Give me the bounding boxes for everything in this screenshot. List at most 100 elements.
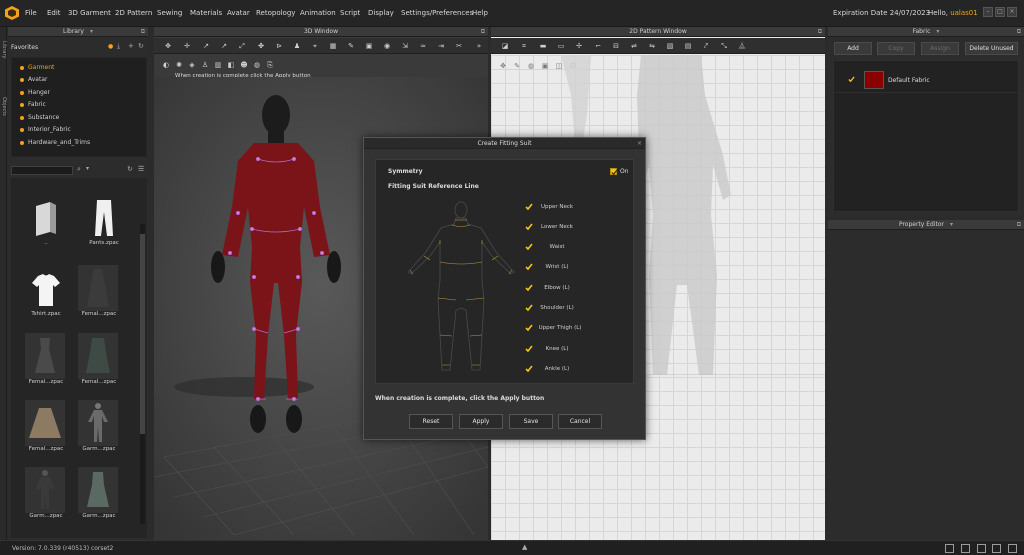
dart-icon[interactable]: ✢ bbox=[575, 42, 583, 50]
menu-sewing[interactable]: Sewing bbox=[157, 9, 182, 17]
measure-tool-icon[interactable]: ⤢ bbox=[238, 42, 246, 50]
fabric-list-item[interactable]: Default Fabric bbox=[834, 65, 1018, 93]
brush-tool-icon[interactable]: ✎ bbox=[347, 42, 355, 50]
refresh-icon[interactable]: ↻ bbox=[127, 165, 133, 173]
menu-file[interactable]: File bbox=[25, 9, 37, 17]
menu-script[interactable]: Script bbox=[340, 9, 360, 17]
polygon-icon[interactable]: ▬ bbox=[539, 42, 547, 50]
menu-edit[interactable]: Edit bbox=[47, 9, 61, 17]
layout-custom-icon[interactable] bbox=[992, 544, 1001, 553]
fold-tool-icon[interactable]: ⊳ bbox=[275, 42, 283, 50]
internal-line-icon[interactable]: ⌐ bbox=[594, 42, 602, 50]
tape-tool-icon[interactable]: ⇥ bbox=[437, 42, 445, 50]
delete-unused-button[interactable]: Delete Unused bbox=[965, 42, 1018, 55]
more-tools-icon[interactable]: » bbox=[475, 42, 483, 50]
favorite-item-fabric[interactable]: Fabric bbox=[20, 100, 46, 110]
favorite-item-interior-fabric[interactable]: Interior_Fabric bbox=[20, 125, 71, 135]
check-sewing-icon[interactable]: ⇋ bbox=[648, 42, 656, 50]
favorite-item-hardware[interactable]: Hardware_and_Trims bbox=[20, 138, 90, 148]
menu-2d-pattern[interactable]: 2D Pattern bbox=[115, 9, 152, 17]
minimize-button[interactable]: – bbox=[983, 7, 993, 17]
username[interactable]: ualas01 bbox=[950, 9, 978, 17]
body-tool-icon[interactable]: ♟ bbox=[293, 42, 301, 50]
dress-icon[interactable] bbox=[78, 467, 118, 513]
chevron-down-icon[interactable]: ▾ bbox=[90, 28, 93, 35]
view-avatar-icon[interactable]: ◐ bbox=[162, 61, 170, 69]
view-texture-icon[interactable]: ◈ bbox=[188, 61, 196, 69]
add-fabric-button[interactable]: Add bbox=[834, 42, 872, 55]
edit-pattern-icon[interactable]: ⌗ bbox=[520, 42, 528, 50]
download-icon[interactable]: ⤓ bbox=[117, 42, 120, 51]
select-tool-icon[interactable]: ✥ bbox=[164, 42, 172, 50]
folder-icon[interactable] bbox=[28, 196, 64, 240]
pin-box-tool-icon[interactable]: ↗ bbox=[220, 42, 228, 50]
library-scrollbar[interactable] bbox=[140, 224, 145, 524]
elastic-icon[interactable]: ▤ bbox=[684, 42, 692, 50]
view-camera-icon[interactable]: ⎘ bbox=[266, 61, 274, 69]
skirt-icon[interactable] bbox=[25, 400, 65, 446]
layout-single-icon[interactable] bbox=[945, 544, 954, 553]
tshirt-icon[interactable] bbox=[28, 268, 64, 312]
copy-fabric-button[interactable]: Copy bbox=[877, 42, 915, 55]
avatar-tool-icon[interactable]: ✤ bbox=[257, 42, 265, 50]
expand-up-icon[interactable]: ▲ bbox=[522, 543, 527, 551]
notch-icon[interactable]: ⤤ bbox=[702, 42, 710, 50]
view-mesh-icon[interactable]: ▥ bbox=[214, 61, 222, 69]
apply-button[interactable]: Apply bbox=[459, 414, 503, 429]
save-button[interactable]: Save bbox=[509, 414, 553, 429]
layout-split-icon[interactable] bbox=[961, 544, 970, 553]
assign-fabric-button[interactable]: Assign bbox=[921, 42, 959, 55]
move-tool-icon[interactable]: ✛ bbox=[183, 42, 191, 50]
fitting-tool-icon[interactable]: ⌖ bbox=[311, 42, 319, 50]
favorite-item-avatar[interactable]: Avatar bbox=[20, 75, 47, 85]
favorite-item-garment[interactable]: Garment bbox=[20, 63, 54, 73]
cancel-button[interactable]: Cancel bbox=[558, 414, 602, 429]
layout-full-icon[interactable] bbox=[1008, 544, 1017, 553]
chevron-down-icon[interactable]: ▾ bbox=[936, 28, 939, 35]
transform-pattern-icon[interactable]: ◪ bbox=[501, 42, 509, 50]
float-panel-icon[interactable]: ⧉ bbox=[818, 27, 822, 37]
pattern-tool-icon[interactable]: ▦ bbox=[329, 42, 337, 50]
seam-tool-icon[interactable]: ⇲ bbox=[401, 42, 409, 50]
free-sewing-icon[interactable]: ⇌ bbox=[630, 42, 638, 50]
reset-button[interactable]: Reset bbox=[409, 414, 453, 429]
menu-retopology[interactable]: Retopology bbox=[256, 9, 295, 17]
view-render-icon[interactable]: ◍ bbox=[253, 61, 261, 69]
maximize-button[interactable]: □ bbox=[995, 7, 1005, 17]
favorite-item-hanger[interactable]: Hanger bbox=[20, 88, 50, 98]
chevron-down-icon[interactable]: ▾ bbox=[86, 165, 89, 172]
pants-icon[interactable] bbox=[86, 196, 122, 240]
menu-materials[interactable]: Materials bbox=[190, 9, 222, 17]
side-tab-objects[interactable]: Objects bbox=[0, 97, 7, 116]
close-window-button[interactable]: × bbox=[1007, 7, 1017, 17]
view-head-icon[interactable]: ☻ bbox=[240, 61, 248, 69]
dress-icon[interactable] bbox=[25, 333, 65, 379]
layout-quad-icon[interactable] bbox=[977, 544, 986, 553]
side-tab-library[interactable]: Library bbox=[0, 41, 7, 58]
menu-animation[interactable]: Animation bbox=[300, 9, 336, 17]
hanger-icon[interactable]: ⏅ bbox=[738, 42, 746, 50]
view-pose-icon[interactable]: ♙ bbox=[201, 61, 209, 69]
search-icon[interactable]: ⌕ bbox=[77, 165, 81, 174]
scrollbar-thumb[interactable] bbox=[140, 234, 145, 434]
menu-help[interactable]: Help bbox=[472, 9, 488, 17]
menu-settings[interactable]: Settings/Preferences bbox=[401, 9, 473, 17]
view-garment-icon[interactable]: ✺ bbox=[175, 61, 183, 69]
symmetry-checkbox[interactable] bbox=[610, 168, 618, 176]
texture-tool-icon[interactable]: ▣ bbox=[365, 42, 373, 50]
topstitch-tool-icon[interactable]: ≈ bbox=[419, 42, 427, 50]
dress-icon[interactable] bbox=[78, 265, 118, 311]
list-view-icon[interactable]: ☰ bbox=[138, 165, 144, 173]
favorite-star-icon[interactable]: ● bbox=[108, 43, 113, 50]
shirring-icon[interactable]: ⤡ bbox=[720, 42, 728, 50]
segment-sewing-icon[interactable]: ⊟ bbox=[612, 42, 620, 50]
fold-arrangement-icon[interactable]: ▧ bbox=[666, 42, 674, 50]
rectangle-icon[interactable]: ▭ bbox=[557, 42, 565, 50]
view-shading-icon[interactable]: ◧ bbox=[227, 61, 235, 69]
dress-icon[interactable] bbox=[78, 333, 118, 379]
chevron-down-icon[interactable]: ▾ bbox=[950, 221, 953, 228]
float-panel-icon[interactable]: ⧉ bbox=[1017, 27, 1021, 37]
pin-tool-icon[interactable]: ↗ bbox=[202, 42, 210, 50]
menu-3d-garment[interactable]: 3D Garment bbox=[68, 9, 111, 17]
close-icon[interactable]: × bbox=[637, 138, 642, 149]
